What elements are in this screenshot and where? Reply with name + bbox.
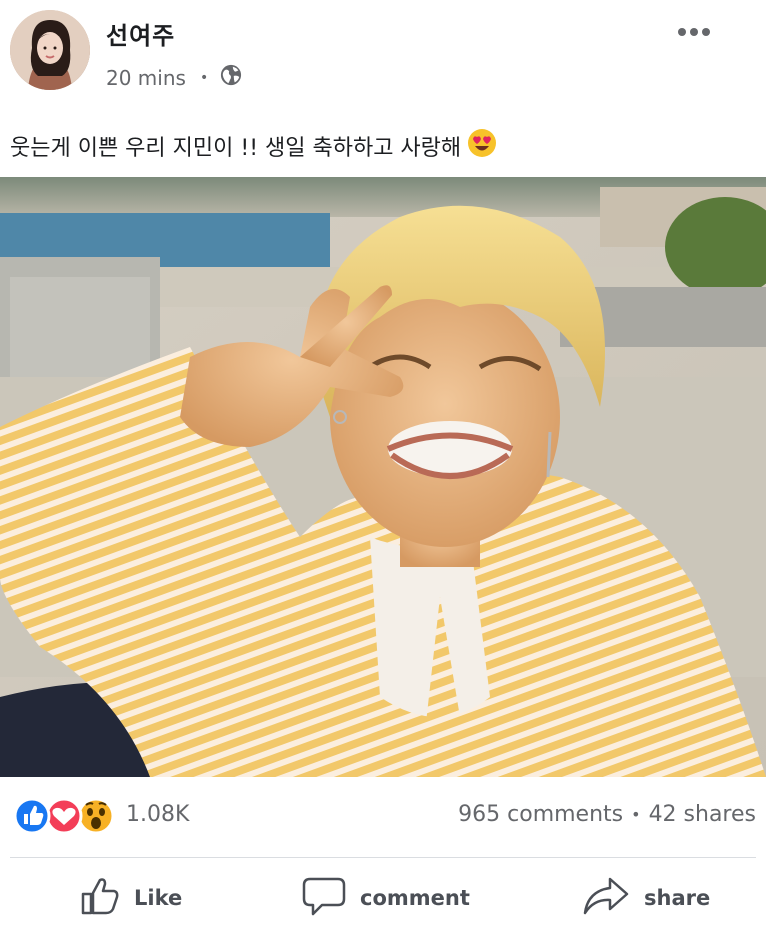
globe-icon <box>220 64 242 91</box>
reaction-count[interactable]: 1.08K <box>126 802 189 827</box>
thumbs-up-icon <box>80 876 120 921</box>
stats-separator: • <box>631 805 641 824</box>
engagement-stats: 965 comments • 42 shares <box>458 802 756 827</box>
comment-icon <box>302 876 346 921</box>
post-photo[interactable] <box>0 177 766 777</box>
share-label: share <box>644 886 711 910</box>
post-time[interactable]: 20 mins <box>106 66 186 90</box>
more-horizontal-icon <box>678 28 686 36</box>
shares-count[interactable]: 42 shares <box>649 802 756 827</box>
post-header: 선여주 20 mins • <box>0 0 766 110</box>
caption-text: 웃는게 이쁜 우리 지민이 !! 생일 축하하고 사랑해 <box>10 136 462 161</box>
comments-count[interactable]: 965 comments <box>458 802 623 827</box>
divider <box>10 857 756 858</box>
comment-label: comment <box>360 886 470 910</box>
more-options-button[interactable] <box>678 22 718 42</box>
post-caption: 웃는게 이쁜 우리 지민이 !! 생일 축하하고 사랑해 <box>10 128 497 170</box>
love-icon <box>45 797 83 835</box>
author-name[interactable]: 선여주 <box>106 16 175 51</box>
like-icon <box>13 797 51 835</box>
reaction-icons[interactable] <box>13 796 115 836</box>
action-bar: Like comment share <box>0 868 766 933</box>
smiling-face-with-heart-eyes-icon <box>467 128 497 170</box>
post-meta: 20 mins • <box>106 64 242 91</box>
share-arrow-icon <box>582 876 630 921</box>
avatar[interactable] <box>10 10 90 90</box>
meta-separator: • <box>199 69 209 86</box>
reactions-bar: 1.08K 965 comments • 42 shares <box>0 790 766 842</box>
share-button[interactable]: share <box>582 876 710 920</box>
like-button[interactable]: Like <box>80 876 182 920</box>
wow-icon <box>77 797 115 835</box>
comment-button[interactable]: comment <box>302 876 470 920</box>
like-label: Like <box>134 886 183 910</box>
